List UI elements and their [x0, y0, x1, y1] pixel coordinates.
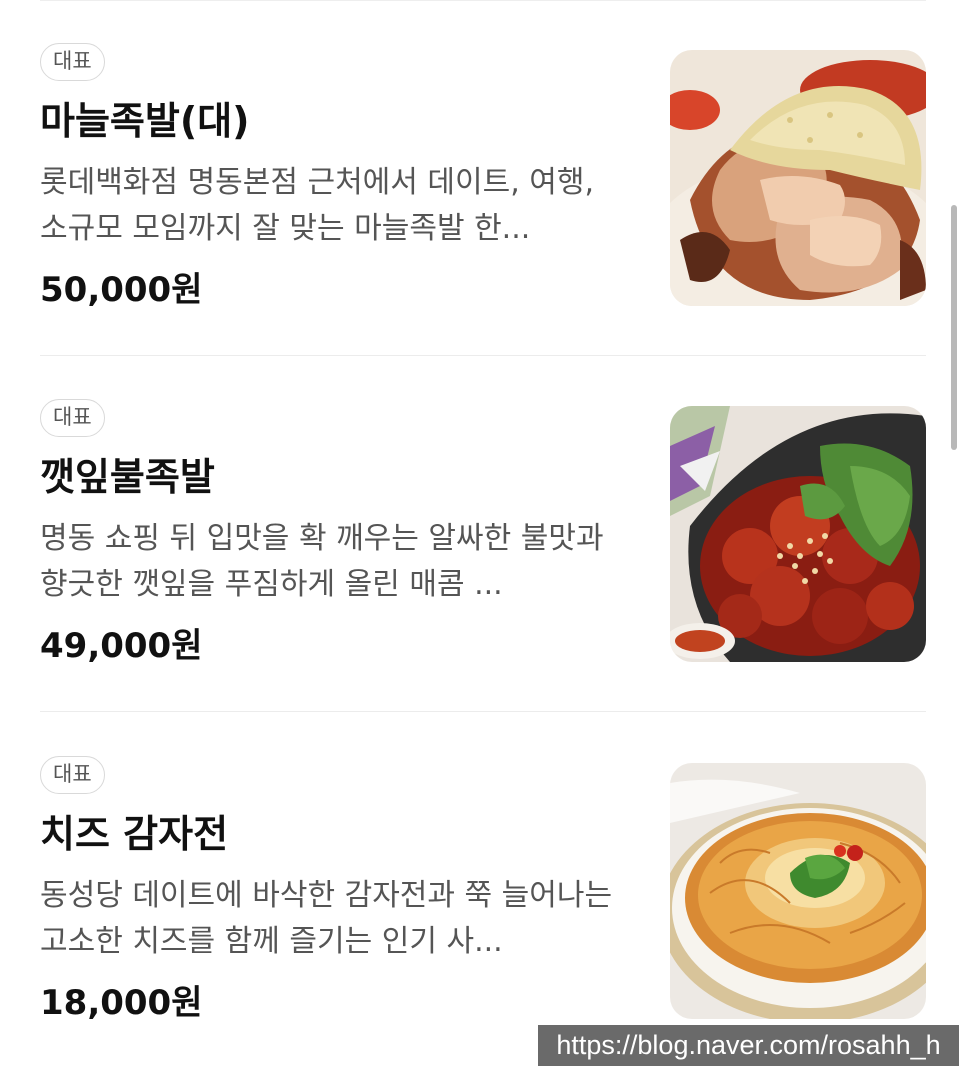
menu-item-description: 명동 쇼핑 뒤 입맛을 확 깨우는 알싸한 불맛과 향긋한 깻잎을 푸짐하게 올… — [40, 521, 604, 602]
garlic-jokbal-image — [670, 50, 926, 306]
signature-badge: 대표 — [40, 756, 105, 794]
scrollbar[interactable] — [951, 205, 957, 450]
menu-item-description: 동성당 데이트에 바삭한 감자전과 쭉 늘어나는 고소한 치즈를 함께 즐기는 … — [40, 878, 613, 959]
menu-item-name: 깻잎불족발 — [40, 455, 215, 499]
menu-item-price: 18,000원 — [40, 983, 203, 1023]
menu-item-garlic-jokbal[interactable]: 대표 마늘족발(대) 롯데백화점 명동본점 근처에서 데이트, 여행, 소규모 … — [0, 0, 966, 356]
menu-item-name: 마늘족발(대) — [40, 99, 250, 143]
menu-item-name: 치즈 감자전 — [40, 812, 229, 856]
blog-watermark: https://blog.naver.com/rosahh_h — [538, 1025, 959, 1066]
item-divider — [40, 711, 926, 712]
garlic-jokbal-photo[interactable] — [670, 50, 926, 306]
spicy-perilla-jokbal-photo[interactable] — [670, 406, 926, 662]
menu-list-page: 대표 마늘족발(대) 롯데백화점 명동본점 근처에서 데이트, 여행, 소규모 … — [0, 0, 966, 1073]
spicy-perilla-jokbal-image — [670, 406, 926, 662]
menu-item-price: 49,000원 — [40, 626, 203, 666]
menu-item-cheese-potato-pancake[interactable]: 대표 치즈 감자전 동성당 데이트에 바삭한 감자전과 쭉 늘어나는 고소한 치… — [0, 713, 966, 1069]
menu-item-price: 50,000원 — [40, 270, 203, 310]
signature-badge: 대표 — [40, 399, 105, 437]
cheese-potato-pancake-photo[interactable] — [670, 763, 926, 1019]
signature-badge: 대표 — [40, 43, 105, 81]
menu-item-perilla-jokbal[interactable]: 대표 깻잎불족발 명동 쇼핑 뒤 입맛을 확 깨우는 알싸한 불맛과 향긋한 깻… — [0, 356, 966, 712]
cheese-potato-pancake-image — [670, 763, 926, 1019]
menu-item-description: 롯데백화점 명동본점 근처에서 데이트, 여행, 소규모 모임까지 잘 맞는 마… — [40, 165, 595, 246]
